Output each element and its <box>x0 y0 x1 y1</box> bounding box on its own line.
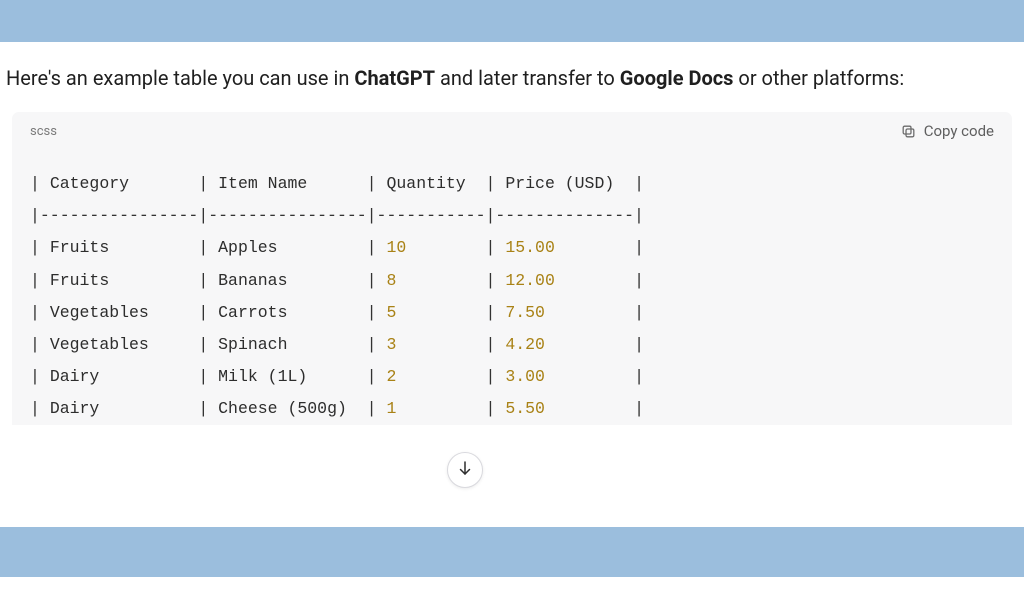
code-language-label: scss <box>30 124 57 139</box>
page-header-bar <box>0 0 1024 42</box>
bold-google-docs: Google Docs <box>620 66 734 90</box>
intro-text-pre: Here's an example table you can use in <box>6 66 354 90</box>
copy-icon <box>900 123 917 140</box>
arrow-down-icon <box>456 459 474 481</box>
message-content: Here's an example table you can use in C… <box>0 42 1024 425</box>
scroll-down-button[interactable] <box>447 452 483 488</box>
code-block: scss Copy code | Category | Item Name | … <box>12 112 1012 425</box>
code-line: | Dairy | Milk (1L) | 2 | 3.00 | <box>30 361 994 393</box>
copy-code-button[interactable]: Copy code <box>900 122 994 140</box>
code-line: |----------------|----------------|-----… <box>30 200 994 232</box>
intro-text-mid: and later transfer to <box>435 66 620 90</box>
page-footer-bar <box>0 527 1024 577</box>
intro-text-post: or other platforms: <box>733 66 904 90</box>
code-line: | Fruits | Bananas | 8 | 12.00 | <box>30 265 994 297</box>
bold-chatgpt: ChatGPT <box>354 66 435 90</box>
code-line: | Dairy | Cheese (500g) | 1 | 5.50 | <box>30 393 994 425</box>
code-block-body[interactable]: | Category | Item Name | Quantity | Pric… <box>12 150 1012 425</box>
code-line: | Fruits | Apples | 10 | 15.00 | <box>30 232 994 264</box>
intro-paragraph: Here's an example table you can use in C… <box>6 60 1018 112</box>
code-line: | Category | Item Name | Quantity | Pric… <box>30 168 994 200</box>
code-line: | Vegetables | Spinach | 3 | 4.20 | <box>30 329 994 361</box>
code-block-header: scss Copy code <box>12 112 1012 150</box>
copy-code-label: Copy code <box>924 122 994 140</box>
code-line: | Vegetables | Carrots | 5 | 7.50 | <box>30 297 994 329</box>
page-bottom-margin <box>0 577 1024 597</box>
